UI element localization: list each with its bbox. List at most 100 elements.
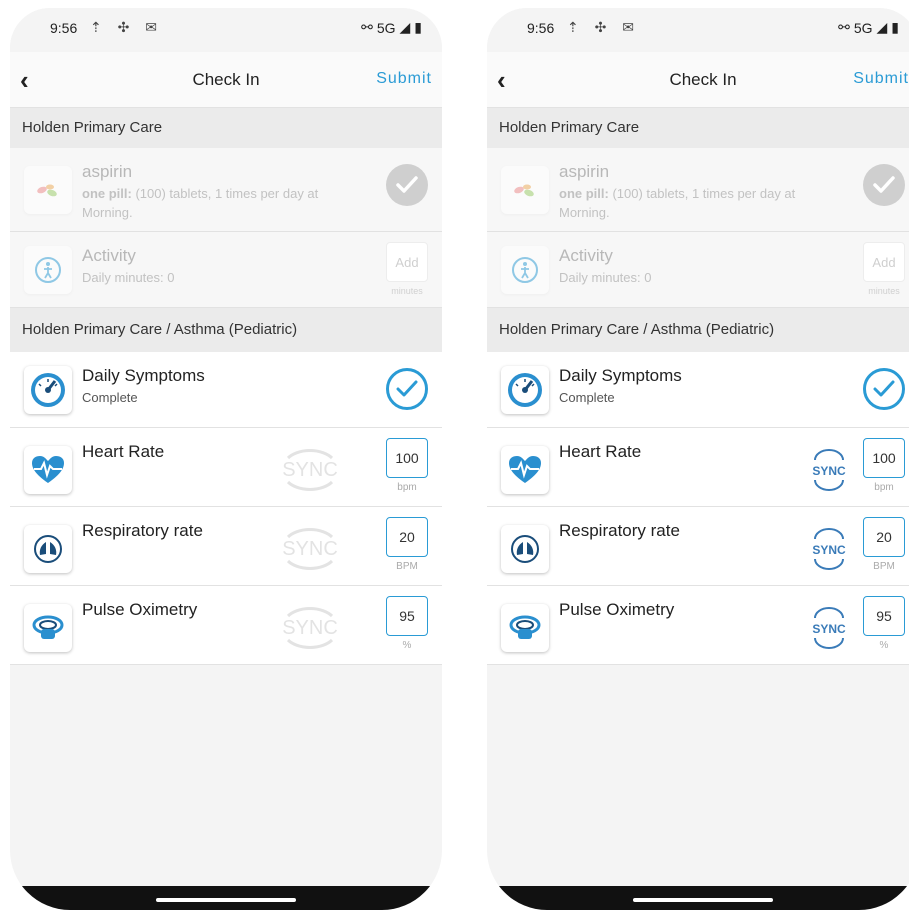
list-item-daily-symptoms[interactable]: Daily Symptoms Complete (487, 352, 909, 428)
list-item-respiratory-rate[interactable]: Respiratory rate SYNC 20 BPM (10, 507, 442, 586)
row-title: Respiratory rate (82, 521, 203, 540)
dose-label: one pill: (559, 186, 609, 201)
section-header-primary: Holden Primary Care (10, 108, 442, 148)
unit-label: minutes (391, 286, 423, 296)
add-minutes-button[interactable]: Add (386, 242, 428, 282)
activity-icon (501, 246, 549, 294)
phone-screen-left: 9:56 ⇡ ✣ ✉ ⚯ 5G ◢ ▮ ‹ Check In Submit Ho… (10, 8, 442, 910)
pulse-oximetry-input[interactable]: 95 (863, 596, 905, 636)
activity-icon (24, 246, 72, 294)
heart-rate-icon (501, 446, 549, 494)
link-icon: ⚯ (838, 19, 850, 35)
battery-icon: ▮ (891, 19, 899, 35)
pills-icon (24, 166, 72, 214)
sync-icon[interactable]: SYNC (807, 521, 851, 577)
network-label: 5G (853, 19, 873, 36)
home-indicator[interactable] (633, 898, 773, 902)
gauge-icon (501, 366, 549, 414)
page-title: Check In (669, 70, 737, 89)
respiratory-rate-input[interactable]: 20 (386, 517, 428, 557)
list-item-aspirin[interactable]: aspirin one pill: (100) tablets, 1 times… (10, 148, 442, 232)
dose-label: one pill: (82, 186, 132, 201)
section-header-primary: Holden Primary Care (487, 108, 909, 148)
unit-label: minutes (868, 286, 900, 296)
lungs-icon (24, 525, 72, 573)
row-title: Heart Rate (559, 442, 642, 461)
sync-label: SYNC (282, 617, 338, 639)
sync-icon[interactable]: SYNC (270, 600, 350, 656)
unit-label: % (879, 640, 889, 651)
sync-icon[interactable]: SYNC (270, 442, 350, 498)
list-item-pulse-oximetry[interactable]: Pulse Oximetry SYNC 95 % (10, 586, 442, 665)
row-title: aspirin (559, 162, 610, 181)
status-indicators: ⚯ 5G ◢ ▮ (361, 19, 422, 36)
check-complete-icon[interactable] (386, 368, 428, 410)
navigation-bar (487, 886, 909, 910)
list-item-activity[interactable]: Activity Daily minutes: 0 Add minutes (487, 232, 909, 308)
row-title: Respiratory rate (559, 521, 680, 540)
row-subtitle: Daily minutes: 0 (559, 270, 652, 285)
check-icon[interactable] (863, 164, 905, 206)
unit-label: BPM (396, 561, 418, 572)
notification-icons: ⇡ ✣ ✉ (567, 19, 640, 35)
heart-rate-icon (24, 446, 72, 494)
status-time: 9:56 (527, 20, 555, 36)
section-header-asthma: Holden Primary Care / Asthma (Pediatric) (10, 308, 442, 352)
sync-label: SYNC (282, 538, 338, 560)
lungs-icon (501, 525, 549, 573)
status-indicators: ⚯ 5G ◢ ▮ (838, 19, 899, 36)
pulse-oximeter-icon (24, 604, 72, 652)
status-bar: 9:56 ⇡ ✣ ✉ ⚯ 5G ◢ ▮ (10, 8, 442, 52)
status-bar: 9:56 ⇡ ✣ ✉ ⚯ 5G ◢ ▮ (487, 8, 909, 52)
battery-icon: ▮ (414, 19, 422, 35)
signal-icon: ◢ (399, 19, 411, 35)
status-time: 9:56 (50, 20, 78, 36)
row-subtitle: Complete (82, 390, 138, 405)
sync-icon[interactable]: SYNC (807, 600, 851, 656)
check-complete-icon[interactable] (863, 368, 905, 410)
heart-rate-input[interactable]: 100 (386, 438, 428, 478)
row-title: Heart Rate (82, 442, 165, 461)
phone-screen-right: 9:56 ⇡ ✣ ✉ ⚯ 5G ◢ ▮ ‹ Check In Submit Ho… (487, 8, 909, 910)
row-title: Pulse Oximetry (559, 600, 675, 619)
list-item-aspirin[interactable]: aspirin one pill: (100) tablets, 1 times… (487, 148, 909, 232)
list-item-daily-symptoms[interactable]: Daily Symptoms Complete (10, 352, 442, 428)
row-title: Activity (82, 246, 136, 265)
nav-bar: ‹ Check In Submit (10, 52, 442, 108)
sync-icon[interactable]: SYNC (807, 442, 851, 498)
section-header-asthma: Holden Primary Care / Asthma (Pediatric) (487, 308, 909, 352)
row-title: Pulse Oximetry (82, 600, 198, 619)
heart-rate-input[interactable]: 100 (863, 438, 905, 478)
check-icon[interactable] (386, 164, 428, 206)
unit-label: bpm (874, 482, 894, 493)
list-item-activity[interactable]: Activity Daily minutes: 0 Add minutes (10, 232, 442, 308)
row-subtitle: one pill: (100) tablets, 1 times per day… (559, 184, 849, 222)
list-item-heart-rate[interactable]: Heart Rate SYNC 100 bpm (487, 428, 909, 507)
sync-icon[interactable]: SYNC (270, 521, 350, 577)
sync-label: SYNC (812, 543, 846, 557)
link-icon: ⚯ (361, 19, 373, 35)
add-minutes-button[interactable]: Add (863, 242, 905, 282)
submit-button[interactable]: Submit (376, 70, 432, 88)
gauge-icon (24, 366, 72, 414)
home-indicator[interactable] (156, 898, 296, 902)
list-item-pulse-oximetry[interactable]: Pulse Oximetry SYNC 95 % (487, 586, 909, 665)
notification-icons: ⇡ ✣ ✉ (90, 19, 163, 35)
unit-label: bpm (397, 482, 417, 493)
row-title: aspirin (82, 162, 133, 181)
list-item-respiratory-rate[interactable]: Respiratory rate SYNC 20 BPM (487, 507, 909, 586)
pulse-oximeter-icon (501, 604, 549, 652)
row-subtitle: Daily minutes: 0 (82, 270, 175, 285)
list-item-heart-rate[interactable]: Heart Rate SYNC 100 bpm (10, 428, 442, 507)
nav-bar: ‹ Check In Submit (487, 52, 909, 108)
sync-label: SYNC (812, 464, 846, 478)
respiratory-rate-input[interactable]: 20 (863, 517, 905, 557)
sync-label: SYNC (282, 459, 338, 481)
submit-button[interactable]: Submit (853, 70, 909, 88)
sync-label: SYNC (812, 622, 846, 636)
row-subtitle: Complete (559, 390, 615, 405)
unit-label: BPM (873, 561, 895, 572)
row-subtitle: one pill: (100) tablets, 1 times per day… (82, 184, 372, 222)
pulse-oximetry-input[interactable]: 95 (386, 596, 428, 636)
row-title: Daily Symptoms (82, 366, 205, 385)
